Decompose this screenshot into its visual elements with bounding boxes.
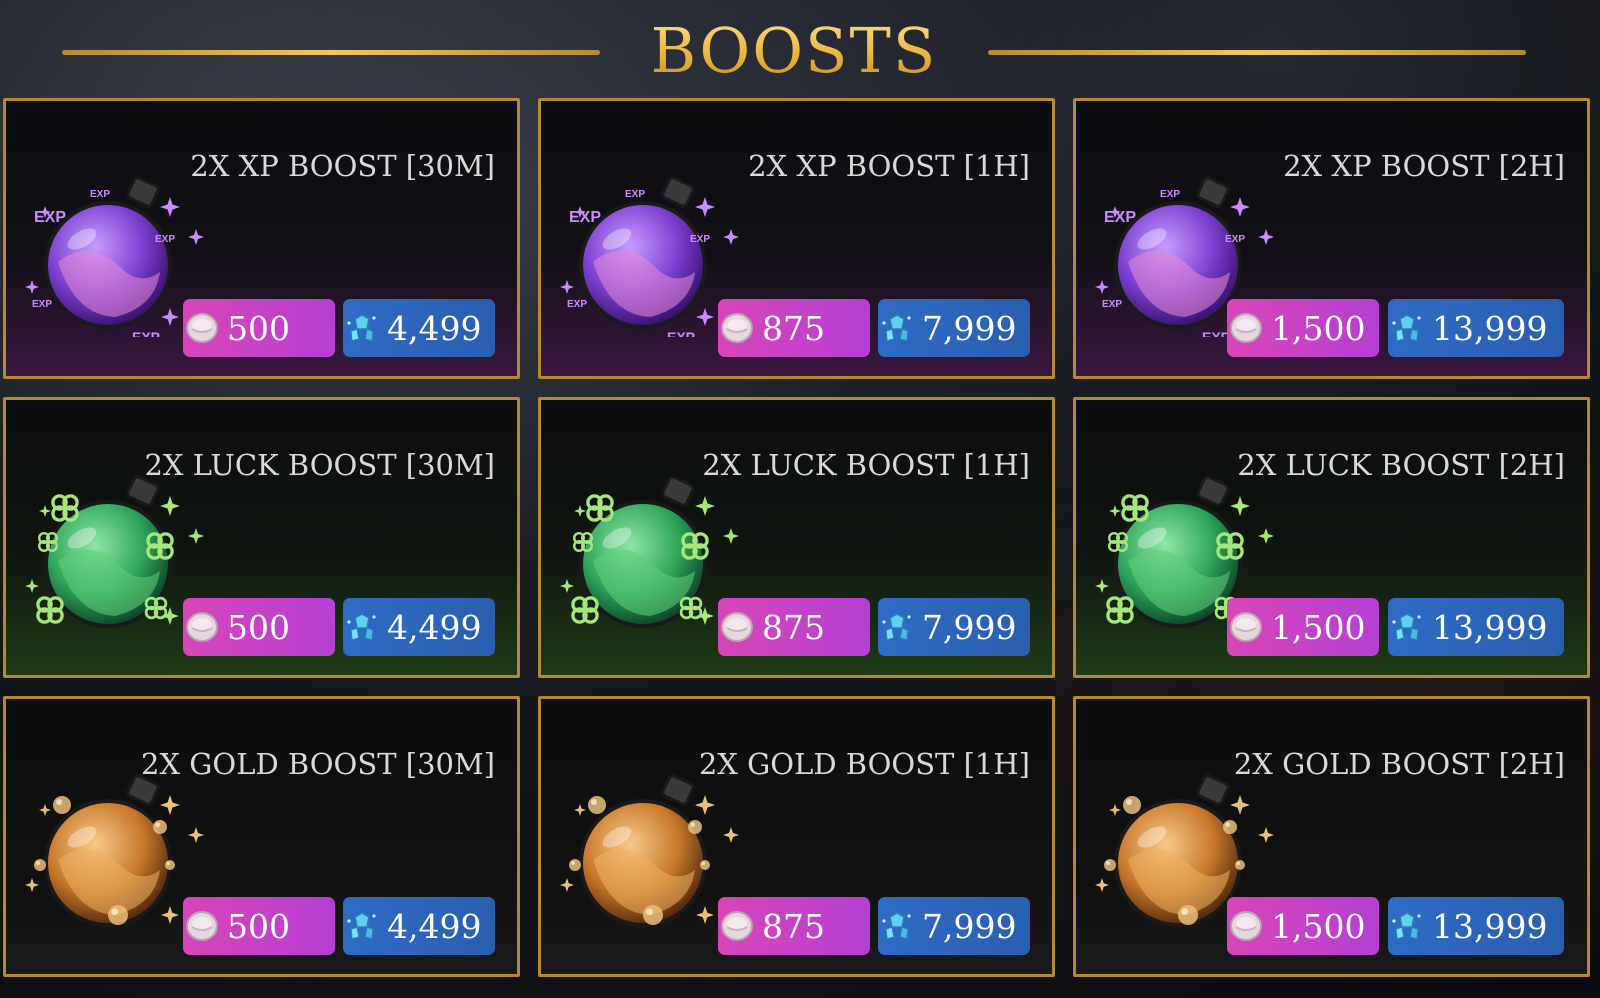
coin-price: 875 — [762, 906, 825, 946]
buy-with-coins-button[interactable]: 500 — [183, 598, 335, 656]
gem-price: 4,499 — [387, 308, 482, 348]
buy-with-coins-button[interactable]: 500 — [183, 897, 335, 955]
coin-icon — [185, 610, 219, 644]
boost-card[interactable]: 2X LUCK BOOST [1H] 875 7,999 — [538, 397, 1055, 678]
gem-icon — [345, 909, 379, 943]
header-divider-left — [62, 50, 600, 55]
luck-potion-icon — [20, 466, 210, 636]
exp-label: EXP — [1225, 234, 1245, 245]
boost-title: 2X GOLD BOOST [30M] — [140, 747, 495, 781]
boost-card[interactable]: 2X LUCK BOOST [30M] 500 4,499 — [3, 397, 520, 678]
luck-potion-icon — [555, 466, 745, 636]
buy-with-gems-button[interactable]: 4,499 — [343, 598, 495, 656]
coin-price: 500 — [227, 906, 290, 946]
buy-with-gems-button[interactable]: 13,999 — [1388, 897, 1564, 955]
boost-card[interactable]: 2X GOLD BOOST [2H] 1,500 13,999 — [1073, 696, 1590, 977]
buy-with-gems-button[interactable]: 4,499 — [343, 897, 495, 955]
coin-icon — [1229, 311, 1263, 345]
exp-label: EXP — [569, 209, 601, 226]
coin-price: 1,500 — [1271, 607, 1366, 647]
boost-title: 2X XP BOOST [1H] — [748, 149, 1030, 183]
buy-with-gems-button[interactable]: 13,999 — [1388, 299, 1564, 357]
gem-icon — [880, 311, 914, 345]
exp-label: EXP — [32, 299, 52, 310]
boost-card[interactable]: EXP EXP EXP EXP EXP 2X XP BOOST [1H] 875… — [538, 98, 1055, 379]
buy-with-gems-button[interactable]: 13,999 — [1388, 598, 1564, 656]
gem-price: 7,999 — [922, 607, 1017, 647]
boost-card[interactable]: EXP EXP EXP EXP EXP 2X XP BOOST [30M] 50… — [3, 98, 520, 379]
gem-icon — [1390, 909, 1424, 943]
gem-icon — [345, 610, 379, 644]
buy-with-coins-button[interactable]: 1,500 — [1227, 897, 1379, 955]
coin-icon — [720, 311, 754, 345]
boost-title: 2X GOLD BOOST [1H] — [698, 747, 1030, 781]
boost-title: 2X XP BOOST [2H] — [1283, 149, 1565, 183]
boost-grid: EXP EXP EXP EXP EXP 2X XP BOOST [30M] 50… — [3, 98, 1597, 977]
gem-price: 4,499 — [387, 607, 482, 647]
gem-price: 13,999 — [1432, 308, 1548, 348]
buy-with-coins-button[interactable]: 875 — [718, 299, 870, 357]
gem-price: 7,999 — [922, 308, 1017, 348]
gold-potion-icon — [20, 765, 210, 935]
gold-potion-icon — [555, 765, 745, 935]
boost-title: 2X XP BOOST [30M] — [190, 149, 495, 183]
gem-icon — [1390, 610, 1424, 644]
exp-label: EXP — [567, 299, 587, 310]
gem-icon — [880, 909, 914, 943]
exp-label: EXP — [1104, 209, 1136, 226]
header: BOOSTS — [0, 0, 1600, 100]
coin-icon — [185, 311, 219, 345]
exp-label: EXP — [1102, 299, 1122, 310]
buy-with-coins-button[interactable]: 1,500 — [1227, 299, 1379, 357]
gem-icon — [880, 610, 914, 644]
gem-icon — [1390, 311, 1424, 345]
buy-with-gems-button[interactable]: 4,499 — [343, 299, 495, 357]
header-divider-right — [988, 50, 1526, 55]
coin-price: 1,500 — [1271, 906, 1366, 946]
buy-with-coins-button[interactable]: 875 — [718, 598, 870, 656]
page-title: BOOSTS — [600, 14, 988, 87]
gem-price: 13,999 — [1432, 906, 1548, 946]
coin-price: 875 — [762, 607, 825, 647]
gem-icon — [345, 311, 379, 345]
exp-label: EXP — [625, 189, 645, 200]
exp-label: EXP — [90, 189, 110, 200]
exp-label: EXP — [34, 209, 66, 226]
coin-icon — [1229, 610, 1263, 644]
coin-price: 500 — [227, 308, 290, 348]
boost-title: 2X GOLD BOOST [2H] — [1233, 747, 1565, 781]
exp-label: EXP — [667, 329, 695, 337]
exp-label: EXP — [1160, 189, 1180, 200]
gem-price: 4,499 — [387, 906, 482, 946]
buy-with-gems-button[interactable]: 7,999 — [878, 299, 1030, 357]
coin-price: 500 — [227, 607, 290, 647]
boost-card[interactable]: 2X GOLD BOOST [30M] 500 4,499 — [3, 696, 520, 977]
boost-card[interactable]: EXP EXP EXP EXP EXP 2X XP BOOST [2H] 1,5… — [1073, 98, 1590, 379]
gem-price: 13,999 — [1432, 607, 1548, 647]
exp-label: EXP — [132, 329, 160, 337]
exp-label: EXP — [1202, 329, 1230, 337]
buy-with-gems-button[interactable]: 7,999 — [878, 897, 1030, 955]
xp-potion-icon: EXP EXP EXP EXP EXP — [20, 167, 210, 345]
xp-potion-icon: EXP EXP EXP EXP EXP — [555, 167, 745, 345]
coin-price: 875 — [762, 308, 825, 348]
coin-price: 1,500 — [1271, 308, 1366, 348]
buy-with-coins-button[interactable]: 500 — [183, 299, 335, 357]
boost-card[interactable]: 2X LUCK BOOST [2H] 1,500 13,999 — [1073, 397, 1590, 678]
boost-title: 2X LUCK BOOST [2H] — [1237, 448, 1565, 482]
buy-with-coins-button[interactable]: 1,500 — [1227, 598, 1379, 656]
coin-icon — [185, 909, 219, 943]
gem-price: 7,999 — [922, 906, 1017, 946]
coin-icon — [720, 909, 754, 943]
boost-title: 2X LUCK BOOST [30M] — [144, 448, 495, 482]
buy-with-coins-button[interactable]: 875 — [718, 897, 870, 955]
buy-with-gems-button[interactable]: 7,999 — [878, 598, 1030, 656]
exp-label: EXP — [690, 234, 710, 245]
exp-label: EXP — [155, 234, 175, 245]
boost-title: 2X LUCK BOOST [1H] — [702, 448, 1030, 482]
boost-card[interactable]: 2X GOLD BOOST [1H] 875 7,999 — [538, 696, 1055, 977]
coin-icon — [720, 610, 754, 644]
coin-icon — [1229, 909, 1263, 943]
